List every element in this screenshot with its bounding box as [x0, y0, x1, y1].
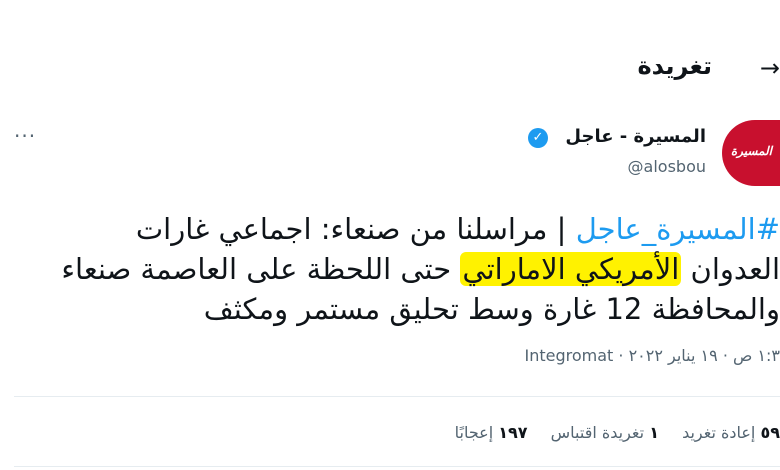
highlighted-text: الأمريكي الاماراتي: [460, 252, 682, 286]
tweet-text: العدوان: [681, 252, 780, 286]
author-handle[interactable]: @alosbou: [628, 157, 706, 176]
author-name[interactable]: المسيرة - عاجل: [565, 126, 706, 147]
quotes-stat[interactable]: ١ تغريدة اقتباس: [551, 423, 659, 442]
retweets-stat[interactable]: ٥٩ إعادة تغريد: [682, 423, 780, 442]
divider: [14, 466, 780, 467]
tweet-text-line-2: العدوان الأمريكي الاماراتي حتى اللحظة عل…: [61, 249, 780, 289]
verified-badge-icon: ✓: [528, 128, 548, 148]
divider: [14, 396, 780, 397]
tweet-stats: ٥٩ إعادة تغريد ١ تغريدة اقتباس ١٩٧ إعجاب…: [437, 423, 780, 442]
avatar[interactable]: المسيرة: [722, 120, 780, 186]
tweet-text-line-3: والمحافظة 12 غارة وسط تحليق مستمر ومكثف: [203, 292, 780, 326]
page-title: تغريدة: [637, 52, 712, 80]
hashtag-link[interactable]: #المسيرة_عاجل: [576, 212, 780, 246]
retweets-count: ٥٩: [760, 423, 780, 442]
avatar-logo-text: المسيرة: [730, 144, 772, 158]
tweet-text: | مراسلنا من صنعاء: اجماعي غارات: [135, 212, 576, 246]
retweets-label: إعادة تغريد: [682, 423, 756, 442]
quotes-label: تغريدة اقتباس: [550, 423, 645, 442]
tweet-text: حتى اللحظة على العاصمة صنعاء: [61, 252, 461, 286]
likes-count: ١٩٧: [498, 423, 528, 442]
tweet-timestamp[interactable]: ١:٣ ص · ١٩ يناير ٢٠٢٢ · Integromat: [524, 346, 780, 365]
likes-label: إعجابًا: [454, 423, 494, 442]
likes-stat[interactable]: ١٩٧ إعجابًا: [455, 423, 528, 442]
tweet-text-line-1: #المسيرة_عاجل | مراسلنا من صنعاء: اجماعي…: [136, 209, 780, 249]
back-arrow-icon[interactable]: →: [760, 54, 780, 82]
quotes-count: ١: [649, 423, 659, 442]
more-options-icon[interactable]: ···: [14, 124, 36, 148]
